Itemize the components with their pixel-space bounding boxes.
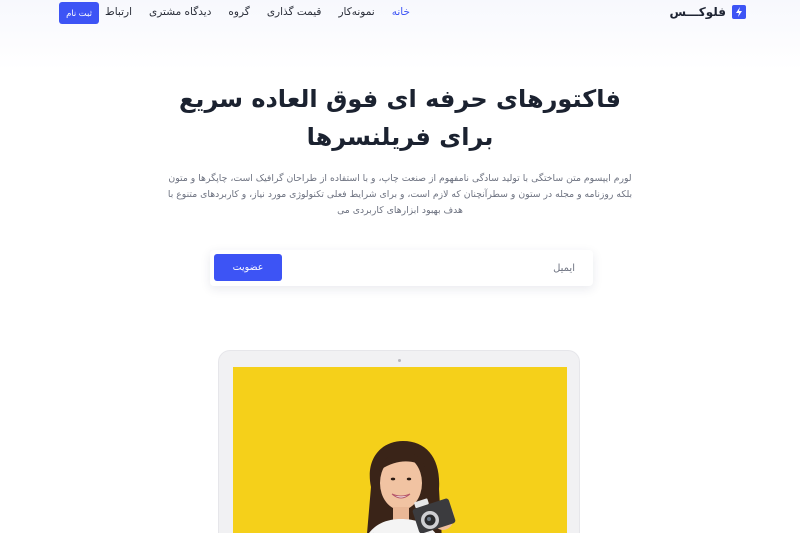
camera-dot	[398, 359, 401, 362]
landing-page: فلوکـــس خانه نمونه‌کار قیمت گذاری گروه …	[0, 0, 800, 533]
hero-title: فاکتورهای حرفه ای فوق العاده سریع برای ف…	[179, 85, 621, 151]
woman-with-camera-photo	[233, 367, 567, 533]
nav-item-contact[interactable]: ارتباط	[105, 6, 132, 18]
subscribe-form: عضویت	[210, 250, 593, 286]
device-mockup	[218, 350, 580, 533]
hero-description: لورم ایپسوم متن ساختگی با تولید سادگی نا…	[167, 173, 633, 216]
main-nav: خانه نمونه‌کار قیمت گذاری گروه دیدگاه مش…	[105, 6, 410, 18]
signup-button[interactable]: ثبت نام	[59, 2, 99, 24]
top-header: فلوکـــس خانه نمونه‌کار قیمت گذاری گروه …	[0, 0, 800, 28]
nav-item-team[interactable]: گروه	[228, 6, 249, 18]
nav-item-testimonials[interactable]: دیدگاه مشتری	[149, 6, 211, 18]
nav-item-portfolio[interactable]: نمونه‌کار	[338, 6, 374, 18]
nav-item-pricing[interactable]: قیمت گذاری	[267, 6, 322, 18]
brand-logo[interactable]: فلوکـــس	[669, 5, 746, 19]
flash-logo-icon	[732, 5, 746, 19]
brand-name: فلوکـــس	[669, 5, 726, 19]
nav-item-home[interactable]: خانه	[392, 6, 410, 18]
email-input[interactable]	[293, 254, 583, 282]
device-screen	[233, 367, 567, 533]
join-button[interactable]: عضویت	[214, 254, 282, 281]
